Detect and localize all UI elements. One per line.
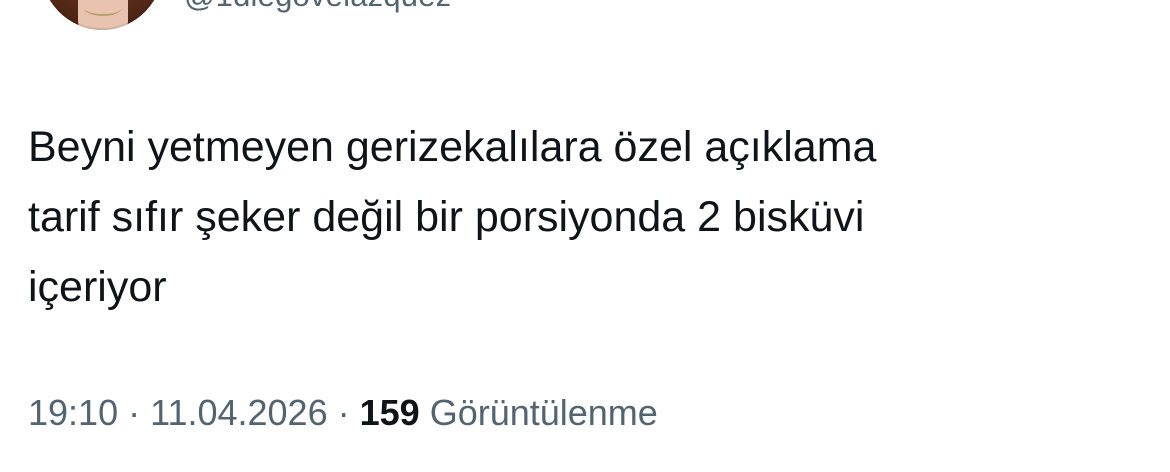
- meta-separator: ·: [118, 392, 151, 433]
- tweet-date[interactable]: 11.04.2026: [150, 392, 328, 433]
- tweet-meta: 19:10 · 11.04.2026 · 159 Görüntülenme: [28, 392, 658, 434]
- meta-separator: ·: [327, 392, 360, 433]
- tweet-text: Beyni yetmeyen gerizekalılara özel açıkl…: [28, 123, 877, 311]
- views-label[interactable]: Görüntülenme: [420, 392, 658, 433]
- tweet-time[interactable]: 19:10: [28, 392, 118, 433]
- author-avatar[interactable]: [40, 0, 164, 30]
- author-handle[interactable]: @1diegovelazquez: [184, 0, 451, 14]
- views-count[interactable]: 159: [360, 392, 420, 433]
- avatar-border: [40, 0, 164, 30]
